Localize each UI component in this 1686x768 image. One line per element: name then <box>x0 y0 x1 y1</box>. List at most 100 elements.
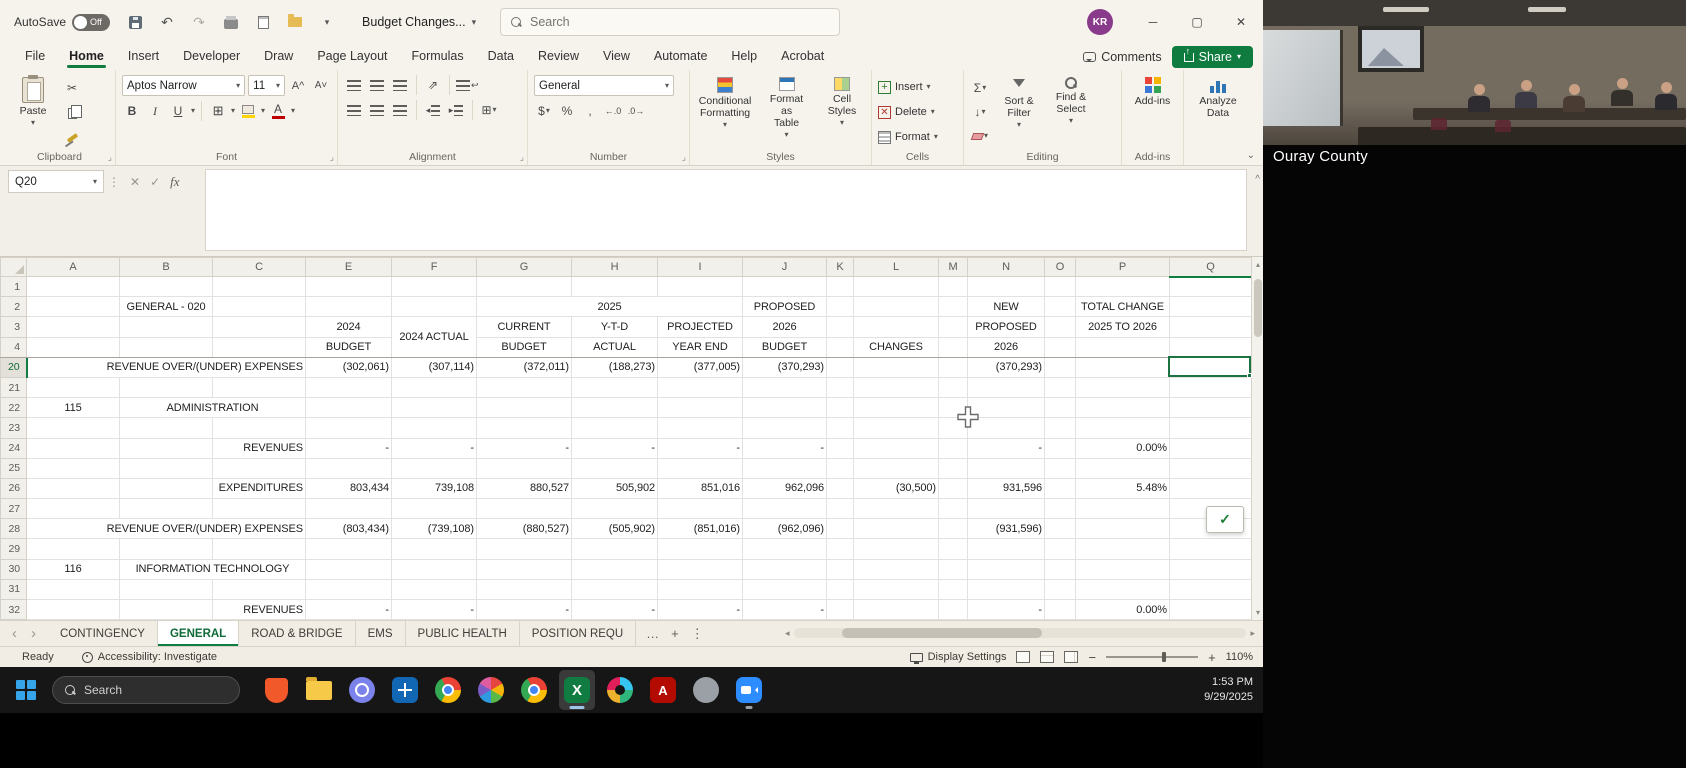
cell-I20[interactable]: (377,005) <box>658 357 743 377</box>
cell-G28[interactable]: (880,527) <box>477 519 572 539</box>
cell-Q20[interactable] <box>1170 357 1252 377</box>
cell-J30[interactable] <box>743 559 827 579</box>
underline-button[interactable]: U <box>168 101 188 121</box>
cell-B22[interactable]: ADMINISTRATION <box>120 398 306 418</box>
collapse-formula-bar-button[interactable]: ^ <box>1255 174 1260 185</box>
cell-H28[interactable]: (505,902) <box>572 519 658 539</box>
paste-button[interactable]: Paste ▾ <box>10 75 56 148</box>
merge-center-button[interactable]: ⊞▾ <box>479 100 499 120</box>
cell-N21[interactable] <box>968 377 1045 397</box>
taskbar-app-meeting-app[interactable] <box>344 670 380 710</box>
cell-A4[interactable] <box>27 337 120 357</box>
cell-N29[interactable] <box>968 539 1045 559</box>
cell-P23[interactable] <box>1076 418 1170 438</box>
cell-H23[interactable] <box>572 418 658 438</box>
taskbar-app-acrobat-reader[interactable]: A <box>645 670 681 710</box>
cut-button[interactable]: ✂ <box>62 78 82 98</box>
increase-indent-button[interactable]: ▸ <box>446 100 466 120</box>
find-select-button[interactable]: Find & Select ▾ <box>1048 75 1094 148</box>
cell-M21[interactable] <box>939 377 968 397</box>
undo-button[interactable]: ↶ <box>154 9 180 35</box>
cell-L4[interactable]: CHANGES <box>854 337 939 357</box>
cell-N4[interactable]: 2026 <box>968 337 1045 357</box>
cell-O4[interactable] <box>1045 337 1076 357</box>
cell-Q3[interactable] <box>1170 317 1252 337</box>
cell-L29[interactable] <box>854 539 939 559</box>
cell-I31[interactable] <box>658 579 743 599</box>
cell-C21[interactable] <box>213 377 306 397</box>
italic-button[interactable]: I <box>145 101 165 121</box>
orientation-button[interactable]: ⇗ <box>423 75 443 95</box>
taskbar-app-mail-app[interactable] <box>387 670 423 710</box>
cell-E22[interactable] <box>306 398 392 418</box>
cell-G4[interactable]: BUDGET <box>477 337 572 357</box>
cell-A28[interactable]: REVENUE OVER/(UNDER) EXPENSES <box>27 519 306 539</box>
cell-H30[interactable] <box>572 559 658 579</box>
column-header-B[interactable]: B <box>120 258 213 277</box>
cell-K1[interactable] <box>827 277 854 297</box>
cell-E27[interactable] <box>306 499 392 519</box>
cell-C24[interactable]: REVENUES <box>213 438 306 458</box>
column-header-A[interactable]: A <box>27 258 120 277</box>
percent-style-button[interactable]: % <box>557 101 577 121</box>
cell-N25[interactable] <box>968 458 1045 478</box>
cell-B30[interactable]: INFORMATION TECHNOLOGY <box>120 559 306 579</box>
cell-H1[interactable] <box>572 277 658 297</box>
maximize-button[interactable]: ▢ <box>1175 0 1219 44</box>
sheet-tab-general[interactable]: GENERAL <box>158 621 239 646</box>
cell-O26[interactable] <box>1045 478 1076 498</box>
taskbar-app-photos-app[interactable] <box>473 670 509 710</box>
cell-H24[interactable]: - <box>572 438 658 458</box>
cell-G27[interactable] <box>477 499 572 519</box>
cell-A32[interactable] <box>27 600 120 620</box>
borders-button[interactable]: ⊞ <box>208 101 228 121</box>
cell-P25[interactable] <box>1076 458 1170 478</box>
cell-G30[interactable] <box>477 559 572 579</box>
cell-A31[interactable] <box>27 579 120 599</box>
cell-F2[interactable] <box>392 297 477 317</box>
cell-I22[interactable] <box>658 398 743 418</box>
cell-K3[interactable] <box>827 317 854 337</box>
row-header-3[interactable]: 3 <box>1 317 27 337</box>
ribbon-tab-automate[interactable]: Automate <box>643 46 719 68</box>
cell-P4[interactable] <box>1076 337 1170 357</box>
taskbar-app-zoom-app[interactable] <box>731 670 767 710</box>
cell-C26[interactable]: EXPENDITURES <box>213 478 306 498</box>
column-header-F[interactable]: F <box>392 258 477 277</box>
cell-G20[interactable]: (372,011) <box>477 357 572 377</box>
cell-F32[interactable]: - <box>392 600 477 620</box>
alignment-dialog-launcher[interactable]: ⌟ <box>520 152 524 163</box>
column-header-H[interactable]: H <box>572 258 658 277</box>
row-header-2[interactable]: 2 <box>1 297 27 317</box>
cell-E28[interactable]: (803,434) <box>306 519 392 539</box>
cell-G26[interactable]: 880,527 <box>477 478 572 498</box>
cell-I23[interactable] <box>658 418 743 438</box>
vertical-scroll-thumb[interactable] <box>1254 279 1262 337</box>
cell-Q24[interactable] <box>1170 438 1252 458</box>
cell-M25[interactable] <box>939 458 968 478</box>
column-header-Q[interactable]: Q <box>1170 258 1252 277</box>
clear-button[interactable]: ▾ <box>970 126 990 146</box>
cell-P30[interactable] <box>1076 559 1170 579</box>
cell-F28[interactable]: (739,108) <box>392 519 477 539</box>
cell-K32[interactable] <box>827 600 854 620</box>
cell-M24[interactable] <box>939 438 968 458</box>
cell-O25[interactable] <box>1045 458 1076 478</box>
cell-O3[interactable] <box>1045 317 1076 337</box>
cell-E3[interactable]: 2024 <box>306 317 392 337</box>
cell-A25[interactable] <box>27 458 120 478</box>
cell-M32[interactable] <box>939 600 968 620</box>
cell-A21[interactable] <box>27 377 120 397</box>
cell-J26[interactable]: 962,096 <box>743 478 827 498</box>
cancel-button[interactable]: ✕ <box>130 175 140 189</box>
cell-N23[interactable] <box>968 418 1045 438</box>
cell-N32[interactable]: - <box>968 600 1045 620</box>
row-header-30[interactable]: 30 <box>1 559 27 579</box>
ribbon-tab-insert[interactable]: Insert <box>117 46 170 68</box>
row-header-26[interactable]: 26 <box>1 478 27 498</box>
ribbon-tab-file[interactable]: File <box>14 46 56 68</box>
taskbar-app-file-explorer[interactable] <box>301 670 337 710</box>
cell-C4[interactable] <box>213 337 306 357</box>
scroll-left-arrow[interactable]: ◂ <box>785 628 790 639</box>
cell-N22[interactable] <box>968 398 1045 418</box>
